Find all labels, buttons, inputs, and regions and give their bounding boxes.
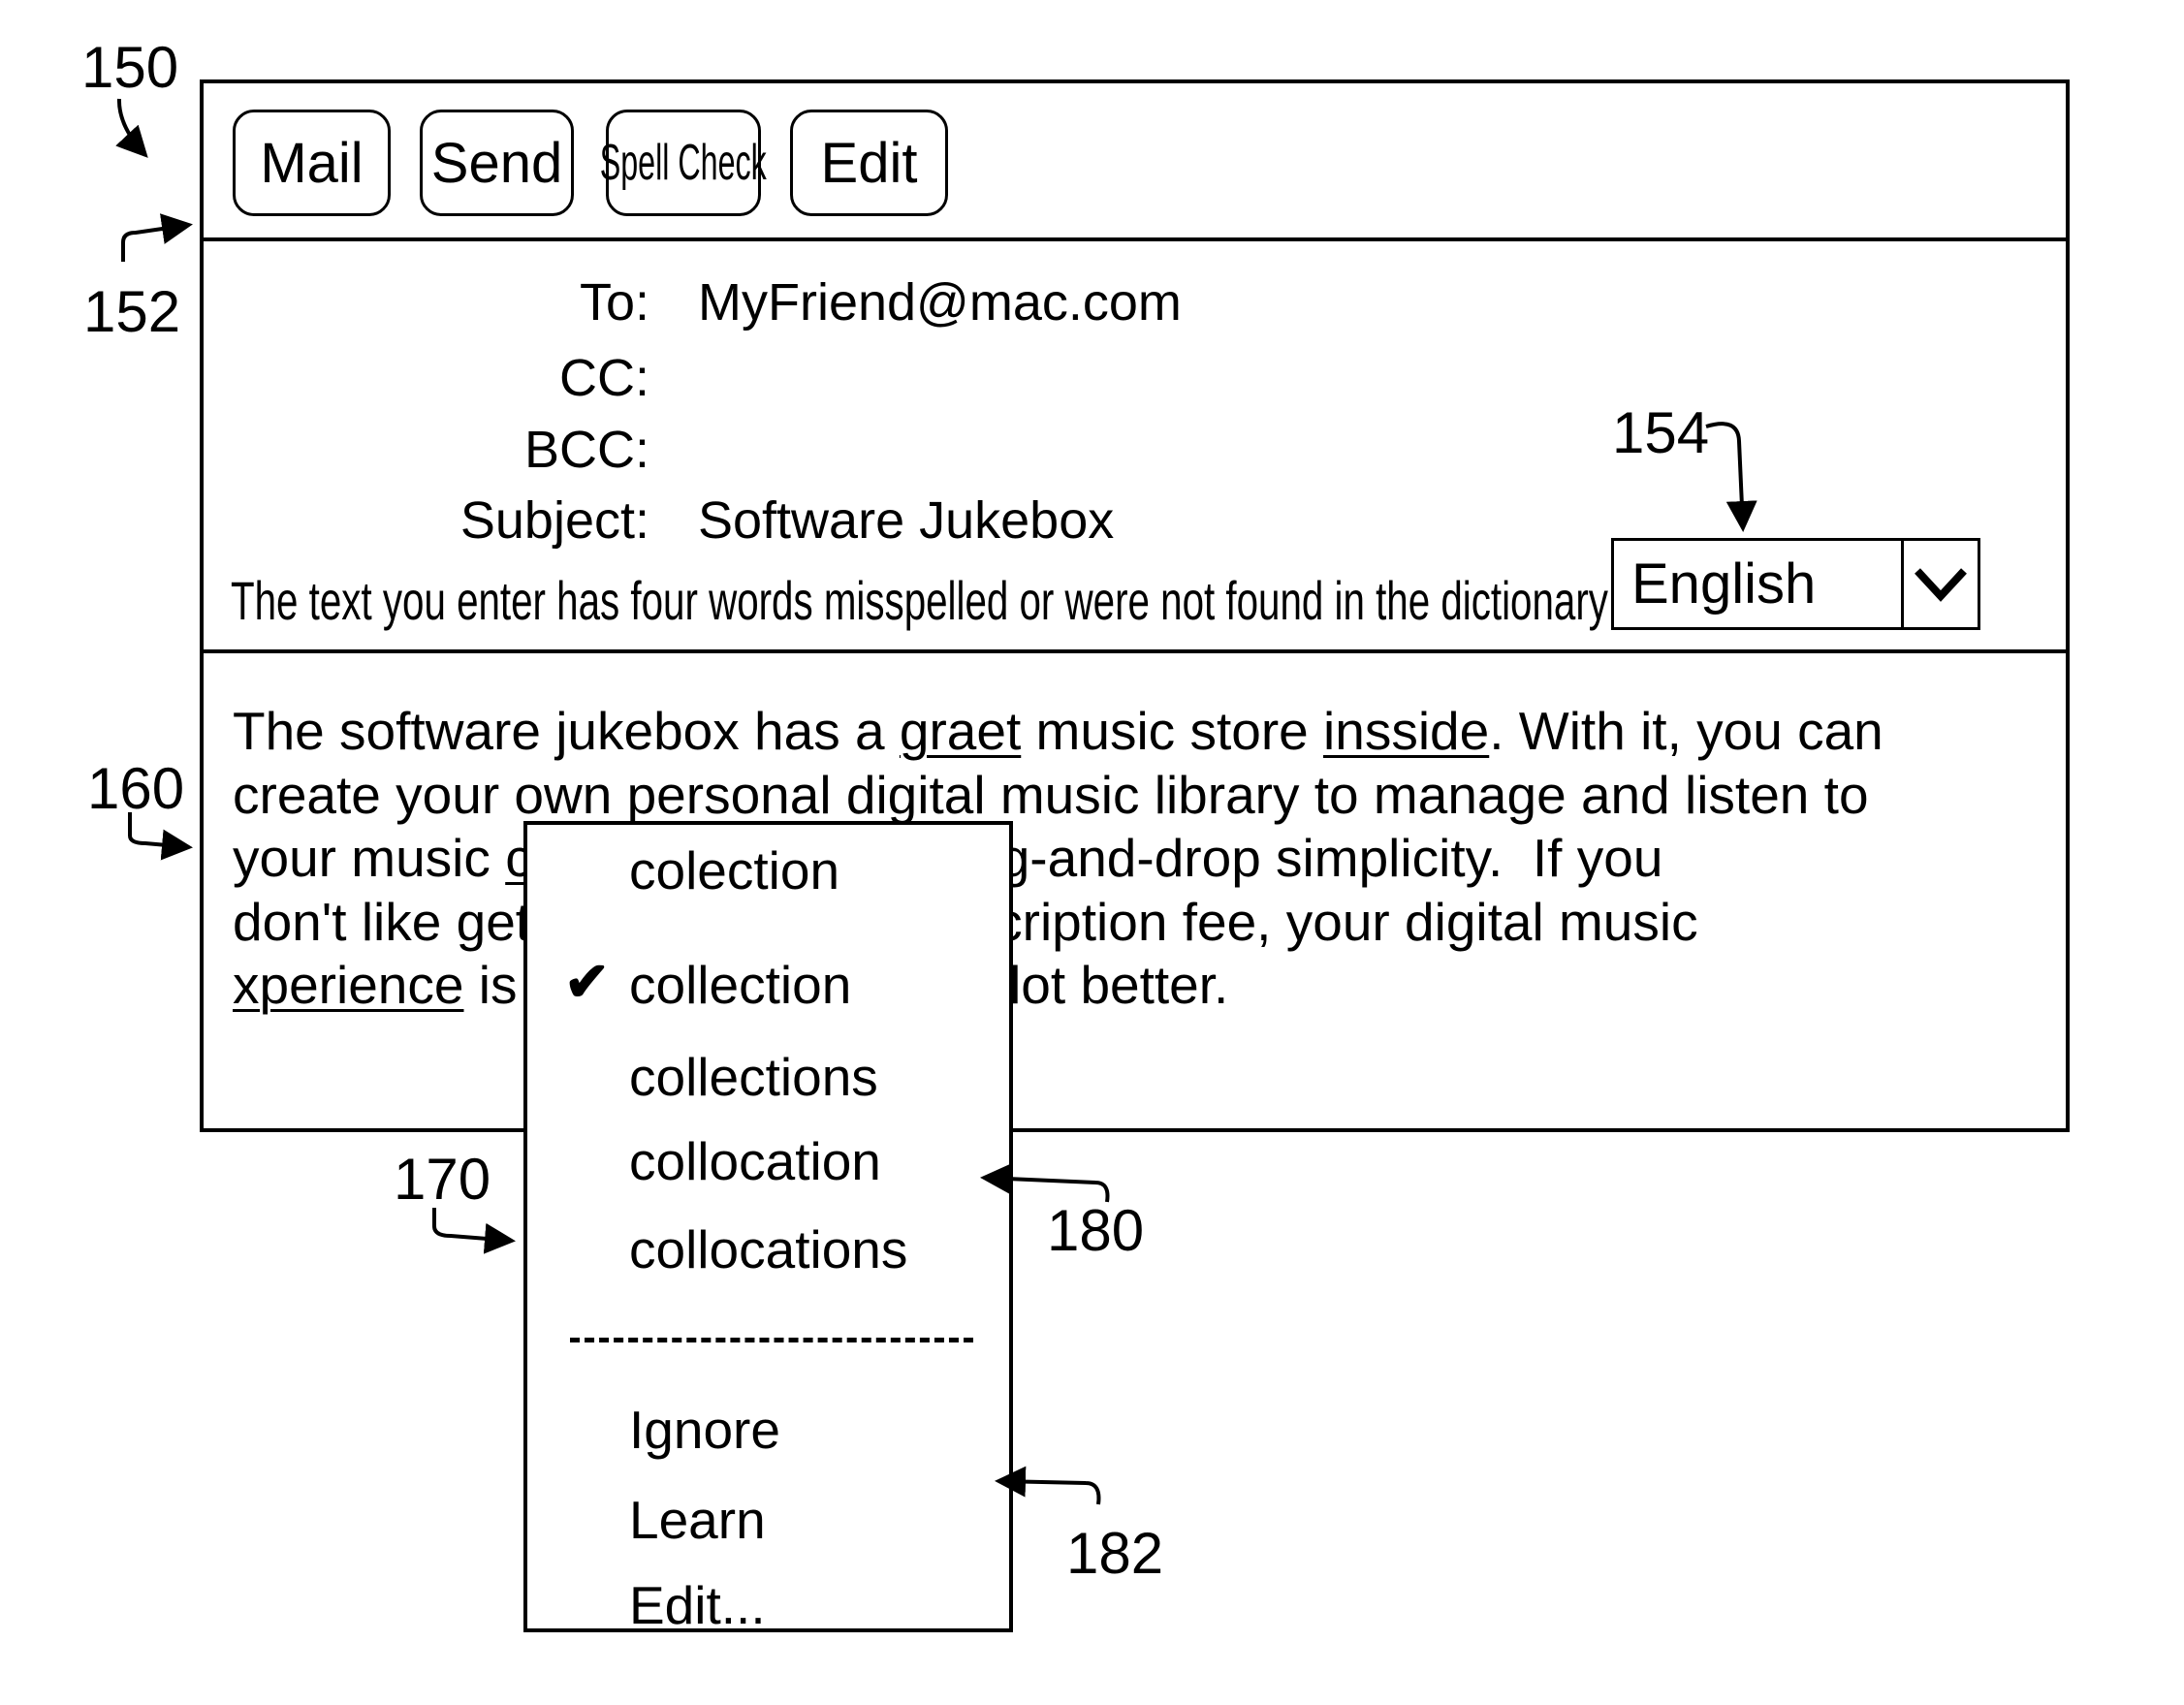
subject-label: Subject:: [459, 491, 649, 550]
send-button[interactable]: Send: [420, 110, 574, 216]
spell-check-button[interactable]: Spell Check: [600, 110, 767, 216]
body-text-segment: . With it, you can: [1489, 701, 1883, 761]
arrow-152: [121, 213, 193, 262]
reference-label-182: 182: [1066, 1521, 1164, 1586]
reference-label-154: 154: [1612, 400, 1710, 465]
mail-button[interactable]: Mail: [233, 110, 391, 216]
send-button-label: Send: [430, 131, 563, 195]
body-text-segment: create your own personal digital music l…: [233, 764, 1869, 825]
menu-action-ignore[interactable]: Ignore: [629, 1399, 780, 1461]
misspelled-word[interactable]: xperience: [233, 955, 463, 1015]
language-dropdown-button[interactable]: [1901, 541, 1978, 627]
message-body[interactable]: The software jukebox has a graet music s…: [233, 700, 2055, 1018]
body-line: The software jukebox has a graet music s…: [233, 700, 2055, 764]
menu-original-word: colection: [629, 840, 840, 900]
reference-label-170: 170: [394, 1147, 491, 1212]
to-field[interactable]: MyFriend@mac.com: [698, 271, 1182, 333]
body-text-segment: your music: [233, 828, 506, 888]
body-line: xperience is going to be a whole lot bet…: [233, 954, 2055, 1018]
checkmark-icon: ✔: [564, 951, 610, 1012]
reference-label-152: 152: [83, 279, 181, 344]
menu-suggestion[interactable]: collocation: [629, 1130, 881, 1192]
arrow-170: [432, 1208, 516, 1254]
chevron-down-icon: [1915, 567, 1967, 602]
language-select-value: English: [1631, 553, 1817, 616]
body-line: your music colection, all with drag-and-…: [233, 827, 2055, 891]
bcc-field[interactable]: [698, 419, 1473, 481]
spell-check-button-label: Spell Check: [599, 135, 768, 191]
edit-button-label: Edit: [820, 131, 918, 195]
mail-button-label: Mail: [260, 131, 364, 195]
menu-suggestion[interactable]: collection: [629, 954, 851, 1016]
menu-suggestion[interactable]: collections: [629, 1046, 878, 1108]
body-text-segment: The software jukebox has a: [233, 701, 900, 761]
bcc-label: BCC:: [523, 421, 649, 479]
body-line: create your own personal digital music l…: [233, 764, 2055, 828]
spell-check-status-message: The text you enter has four words misspe…: [231, 570, 1608, 631]
header-divider: [200, 649, 2066, 653]
menu-action-edit[interactable]: Edit...: [629, 1574, 766, 1636]
cc-label: CC:: [559, 349, 649, 407]
menu-separator: [570, 1338, 973, 1342]
menu-action-learn[interactable]: Learn: [629, 1489, 766, 1551]
spelling-context-menu: colection ✔ collection collections collo…: [523, 821, 1013, 1635]
subject-field[interactable]: Software Jukebox: [698, 489, 1114, 552]
misspelled-word[interactable]: graet: [900, 701, 1021, 761]
language-select[interactable]: English: [1611, 538, 1980, 630]
reference-label-180: 180: [1047, 1198, 1145, 1263]
reference-label-160: 160: [87, 756, 185, 821]
edit-button[interactable]: Edit: [790, 110, 948, 216]
menu-suggestion[interactable]: collocations: [629, 1218, 907, 1280]
misspelled-word[interactable]: insside: [1323, 701, 1489, 761]
body-text-segment: music store: [1021, 701, 1324, 761]
body-line: don't like getting charged a subscriptio…: [233, 891, 2055, 955]
arrow-150: [115, 98, 148, 158]
cc-field[interactable]: [698, 347, 1473, 409]
arrow-182: [995, 1466, 1101, 1505]
toolbar-divider: [200, 237, 2066, 241]
reference-label-150: 150: [81, 35, 179, 100]
to-label: To:: [579, 273, 649, 332]
